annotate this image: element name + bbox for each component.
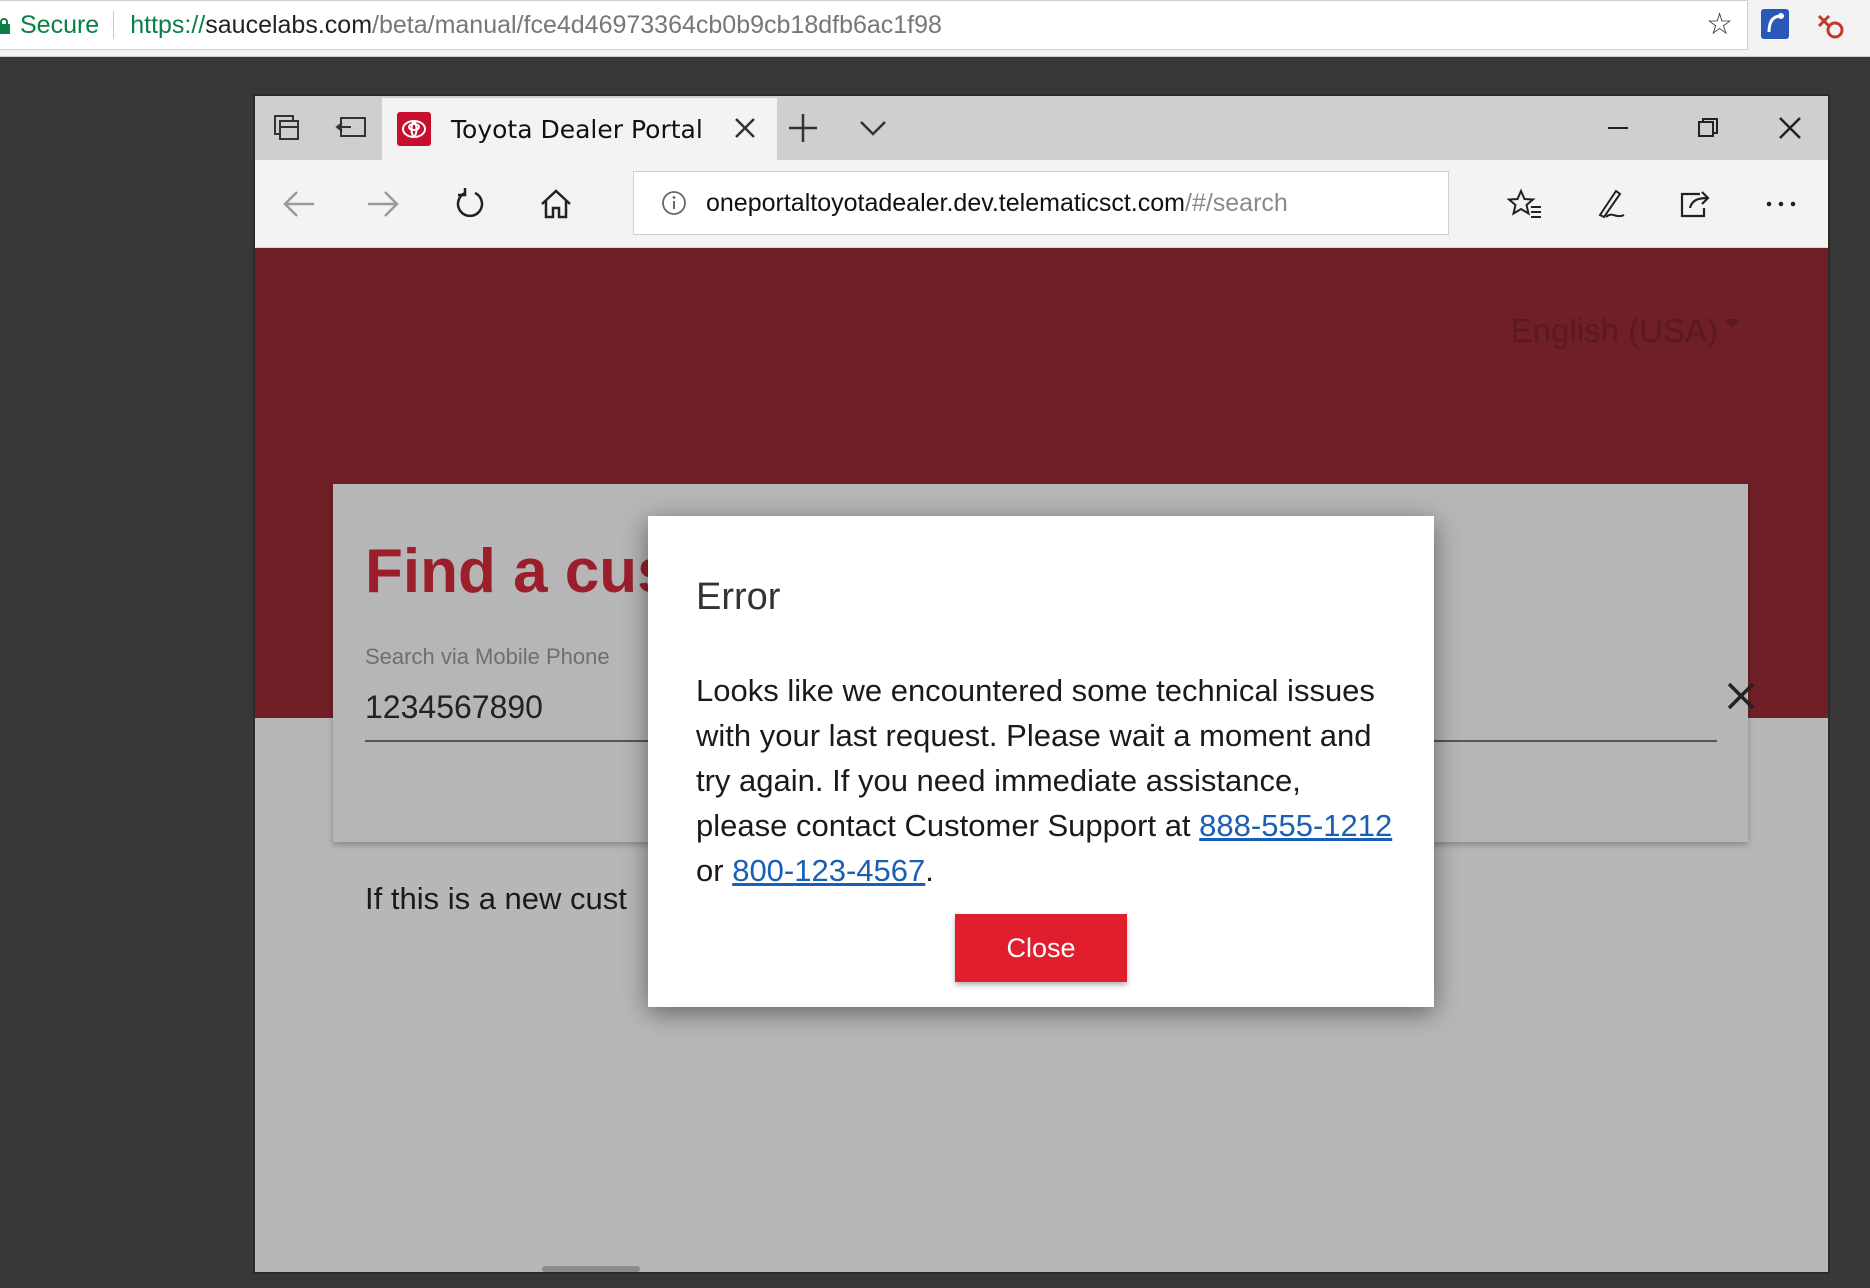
url-scheme: https:// bbox=[130, 10, 206, 39]
phone-link-2[interactable]: 800-123-4567 bbox=[732, 853, 925, 888]
toyota-favicon bbox=[397, 112, 431, 146]
tab-restore-icon[interactable] bbox=[319, 96, 383, 160]
dialog-period: . bbox=[925, 853, 934, 888]
edge-navigation-bar: oneportaltoyotadealer.dev.telematicsct.c… bbox=[255, 160, 1828, 248]
url-path: /beta/manual/fce4d46973364cb0b9cb18dfb6a… bbox=[372, 10, 942, 39]
caret-down-icon bbox=[1724, 318, 1740, 328]
pen-icon[interactable] bbox=[1589, 182, 1633, 226]
scrollbar-thumb[interactable] bbox=[542, 1266, 640, 1272]
edge-address-bar[interactable]: oneportaltoyotadealer.dev.telematicsct.c… bbox=[633, 171, 1449, 235]
dialog-title: Error bbox=[696, 576, 781, 618]
clear-search-icon[interactable] bbox=[1725, 680, 1757, 712]
tab-strip: Toyota Dealer Portal bbox=[255, 96, 1828, 160]
error-dialog: Error Looks like we encountered some tec… bbox=[648, 516, 1434, 1007]
bookmark-star-icon[interactable]: ☆ bbox=[1706, 10, 1733, 40]
tab-aside-icon[interactable] bbox=[255, 96, 319, 160]
new-customer-text: If this is a new cust bbox=[365, 881, 627, 916]
language-selector[interactable]: English (USA) bbox=[1511, 312, 1740, 350]
forward-icon[interactable] bbox=[361, 182, 405, 226]
close-button[interactable]: Close bbox=[955, 914, 1127, 982]
tab-list-icon[interactable] bbox=[857, 114, 889, 142]
phone-link-1[interactable]: 888-555-1212 bbox=[1199, 808, 1392, 843]
restore-icon[interactable] bbox=[1663, 96, 1753, 160]
close-window-icon[interactable] bbox=[1745, 96, 1835, 160]
secure-label: Secure bbox=[20, 10, 100, 39]
card-title: Find a cus bbox=[365, 537, 672, 606]
extension-icon[interactable] bbox=[1815, 10, 1845, 40]
back-icon[interactable] bbox=[277, 182, 321, 226]
close-tab-icon[interactable] bbox=[729, 112, 761, 144]
extension-icon[interactable] bbox=[1760, 8, 1790, 40]
outer-address-bar[interactable]: Secure https://saucelabs.com/beta/manual… bbox=[0, 0, 1748, 50]
favorites-icon[interactable] bbox=[1503, 182, 1547, 226]
new-tab-icon[interactable] bbox=[785, 110, 821, 146]
outer-browser-toolbar: Secure https://saucelabs.com/beta/manual… bbox=[0, 0, 1870, 57]
tab-title: Toyota Dealer Portal bbox=[451, 114, 703, 144]
dialog-connector: or bbox=[696, 853, 724, 888]
search-label: Search via Mobile Phone bbox=[365, 644, 610, 669]
dialog-message: Looks like we encountered some technical… bbox=[696, 668, 1396, 893]
address-path: /#/search bbox=[1184, 188, 1288, 217]
url-host: saucelabs.com bbox=[205, 10, 373, 39]
search-input[interactable]: 1234567890 bbox=[365, 689, 543, 726]
refresh-icon[interactable] bbox=[448, 182, 492, 226]
address-host: oneportaltoyotadealer.dev.telematicsct.c… bbox=[706, 188, 1185, 217]
info-icon[interactable] bbox=[660, 189, 688, 217]
language-label: English (USA) bbox=[1510, 312, 1718, 349]
share-icon[interactable] bbox=[1673, 182, 1717, 226]
divider bbox=[113, 11, 115, 39]
more-icon[interactable] bbox=[1759, 182, 1803, 226]
minimize-icon[interactable] bbox=[1573, 96, 1663, 160]
tab-active[interactable]: Toyota Dealer Portal bbox=[382, 98, 777, 160]
lock-icon bbox=[0, 18, 10, 34]
home-icon[interactable] bbox=[534, 182, 578, 226]
